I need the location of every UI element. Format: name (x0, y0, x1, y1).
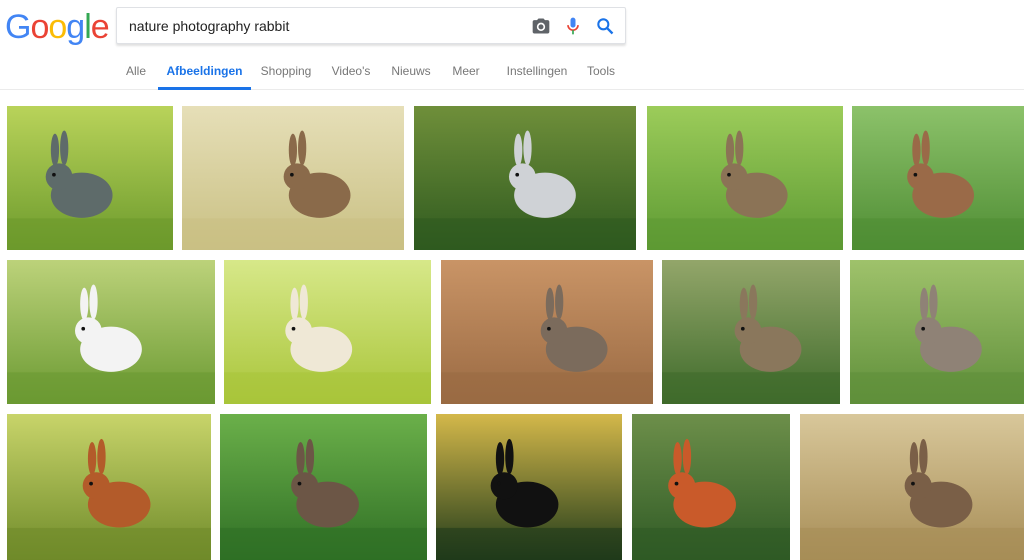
tab-label: Instellingen (506, 64, 568, 78)
image-result[interactable] (441, 260, 653, 404)
tab-news[interactable]: Nieuws (389, 58, 433, 90)
thumbnail-image (436, 414, 622, 560)
tab-tools[interactable]: Tools (584, 58, 618, 90)
tab-bar: Alle Afbeeldingen Shopping Video's Nieuw… (0, 58, 1024, 90)
tab-label: Meer (452, 64, 480, 78)
thumbnail-image (182, 106, 404, 250)
tab-images[interactable]: Afbeeldingen (158, 58, 251, 90)
image-result[interactable] (662, 260, 840, 404)
tab-settings[interactable]: Instellingen (504, 58, 570, 90)
tab-shopping[interactable]: Shopping (259, 58, 313, 90)
image-result[interactable] (436, 414, 622, 560)
tab-more[interactable]: Meer (449, 58, 483, 90)
thumbnail-image (662, 260, 840, 404)
tab-label: Afbeeldingen (166, 64, 243, 78)
search-input[interactable] (129, 8, 519, 43)
image-result[interactable] (224, 260, 431, 404)
thumbnail-image (7, 106, 173, 250)
thumbnail-image (220, 414, 427, 560)
tab-videos[interactable]: Video's (329, 58, 373, 90)
thumbnail-image (850, 260, 1024, 404)
header: Google Alle Afbeeldingen Shopping Video'… (0, 0, 1024, 90)
thumbnail-image (647, 106, 843, 250)
image-result[interactable] (850, 260, 1024, 404)
thumbnail-image (414, 106, 636, 250)
tab-label: Shopping (260, 64, 312, 78)
thumbnail-image (632, 414, 790, 560)
image-result[interactable] (7, 106, 173, 250)
tab-all[interactable]: Alle (121, 58, 151, 90)
image-result[interactable] (647, 106, 843, 250)
search-box (116, 7, 626, 44)
camera-icon[interactable] (529, 14, 553, 38)
thumbnail-image (7, 414, 211, 560)
tab-label: Nieuws (391, 64, 431, 78)
search-icon[interactable] (593, 14, 617, 38)
image-result[interactable] (800, 414, 1024, 560)
thumbnail-image (224, 260, 431, 404)
image-result[interactable] (7, 260, 215, 404)
thumbnail-image (441, 260, 653, 404)
logo-letter: o (30, 8, 49, 46)
image-result[interactable] (220, 414, 427, 560)
image-result[interactable] (414, 106, 636, 250)
logo-letter: o (48, 8, 67, 46)
google-logo[interactable]: Google (5, 8, 110, 46)
image-result[interactable] (852, 106, 1024, 250)
tab-label: Video's (331, 64, 371, 78)
tab-label: Alle (125, 64, 146, 78)
image-result[interactable] (182, 106, 404, 250)
image-result[interactable] (632, 414, 790, 560)
logo-letter: e (90, 8, 110, 46)
image-result[interactable] (7, 414, 211, 560)
mic-icon[interactable] (561, 14, 585, 38)
logo-letter: G (5, 8, 31, 46)
tab-label: Tools (586, 64, 615, 78)
thumbnail-image (800, 414, 1024, 560)
logo-letter: g (66, 8, 85, 46)
image-grid (0, 106, 1024, 560)
thumbnail-image (7, 260, 215, 404)
thumbnail-image (852, 106, 1024, 250)
